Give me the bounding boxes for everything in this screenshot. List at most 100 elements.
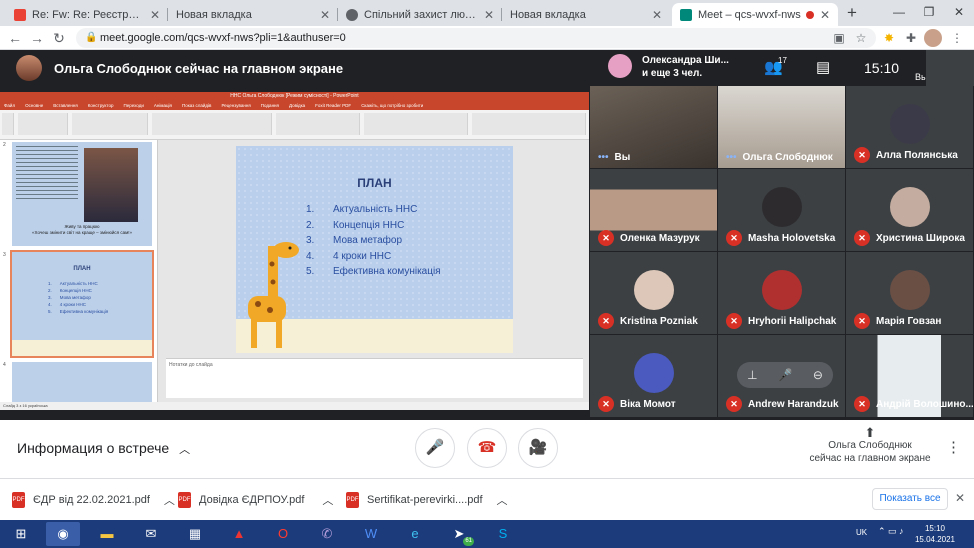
close-tab-icon[interactable]: ✕: [150, 8, 160, 22]
tab-meet[interactable]: Meet – qcs-wvxf-nws ✕: [672, 3, 838, 26]
ppt-menu-item[interactable]: Рецензування: [221, 101, 250, 110]
tab-new-2[interactable]: Новая вкладка ✕: [502, 3, 670, 26]
mute-participant-icon[interactable]: 🎤: [778, 368, 793, 382]
calculator-icon[interactable]: ▦: [178, 522, 212, 546]
ppt-menu-item[interactable]: Основне: [25, 101, 43, 110]
participants-preview[interactable]: Олександра Ши... и еще 3 чел.: [642, 54, 729, 80]
thumb-title: ПЛАН: [73, 266, 91, 272]
address-bar: ← → ↻ 🔒 meet.google.com/qcs-wvxf-nws?pli…: [0, 26, 974, 50]
participant-tile[interactable]: ✕ Kristina Pozniak: [590, 252, 717, 334]
close-downloads-icon[interactable]: ✕: [955, 491, 965, 505]
bookmark-star-icon[interactable]: ☆: [852, 29, 870, 47]
new-tab-button[interactable]: +: [842, 3, 862, 23]
download-item[interactable]: PDF ЄДР від 22.02.2021.pdf ︿: [12, 489, 175, 511]
ppt-body: 2 Живу та працюю «Хочеш змінити світ на …: [0, 140, 589, 402]
tray-icons[interactable]: ⌃ ▭ ♪: [878, 526, 904, 537]
back-icon[interactable]: ←: [6, 29, 24, 47]
present-now-button[interactable]: ⬆ Ольга Слободнюк сейчас на главном экра…: [808, 426, 932, 465]
telegram-icon[interactable]: ➤ 61: [442, 522, 476, 546]
skype-icon[interactable]: S: [486, 522, 520, 546]
word-icon[interactable]: W: [354, 522, 388, 546]
participant-tile[interactable]: ✕ Марія Говзан: [846, 252, 973, 334]
edge-icon[interactable]: e: [398, 522, 432, 546]
minimize-button[interactable]: —: [884, 0, 914, 26]
file-explorer-icon[interactable]: ▬: [90, 522, 124, 546]
language-indicator[interactable]: UK: [856, 528, 867, 537]
slide-thumb-4[interactable]: [12, 362, 152, 402]
participant-tile[interactable]: ✕ Андрій Волошино...: [846, 335, 973, 417]
acrobat-icon[interactable]: ▲: [222, 522, 256, 546]
puzzle-icon[interactable]: ✚: [902, 29, 920, 47]
ppt-menu-item[interactable]: Вставлення: [53, 101, 78, 110]
camera-blocked-icon[interactable]: ▣: [830, 29, 848, 47]
tab-shared-protection[interactable]: Спільний захист людей та нав... ✕: [338, 3, 502, 26]
participant-label: ✕ Kristina Pozniak: [598, 313, 698, 329]
participant-more: и еще 3 чел.: [642, 68, 703, 79]
close-window-button[interactable]: ✕: [944, 0, 974, 26]
reload-icon[interactable]: ↻: [50, 29, 68, 47]
forward-icon[interactable]: →: [28, 29, 46, 47]
participant-tile[interactable]: ••• Ольга Слободнюк: [718, 86, 845, 168]
presenting-text: Ольга Слободнюк сейчас на главном экране: [54, 60, 344, 76]
ppt-menu-item[interactable]: Конструктор: [88, 101, 114, 110]
start-button[interactable]: ⊞: [4, 522, 38, 546]
ppt-menu-item[interactable]: Скажіть, що потрібно зробити: [361, 101, 423, 110]
show-all-button[interactable]: Показать все: [872, 488, 948, 510]
participant-tile[interactable]: ✕ Hryhorii Halipchak: [718, 252, 845, 334]
download-item[interactable]: PDF Sertifikat-perevirki....pdf ︿: [346, 489, 508, 511]
microphone-button[interactable]: 🎤: [415, 428, 455, 468]
url-field[interactable]: 🔒 meet.google.com/qcs-wvxf-nws?pli=1&aut…: [76, 28, 876, 48]
opera-icon[interactable]: O: [266, 522, 300, 546]
participant-label: ✕ Andrew Harandzuk: [726, 396, 839, 412]
chat-icon[interactable]: ▤: [816, 58, 830, 76]
ribbon-clipboard: [18, 113, 68, 135]
plan-item-number: 5.: [306, 266, 315, 277]
ppt-menu-item[interactable]: Довідка: [289, 101, 305, 110]
taskbar-clock[interactable]: 15:10 15.04.2021: [912, 523, 958, 545]
ppt-menu-item[interactable]: Анімація: [154, 101, 172, 110]
chevron-up-icon[interactable]: ︿: [164, 492, 175, 508]
pin-icon[interactable]: ⊥: [747, 368, 757, 382]
ppt-menu-item[interactable]: Foxit Reader PDF: [315, 101, 351, 110]
thumb-caption-2: «Хочеш змінити світ на краще – змінюйся …: [32, 230, 132, 235]
end-call-button[interactable]: ☎: [467, 428, 507, 468]
shared-screen: ННС Ольга Слободнюк [Режим сумісності] -…: [0, 92, 589, 410]
camera-button[interactable]: 🎥: [518, 428, 558, 468]
plan-item: 2. Концепція ННС: [306, 220, 441, 236]
ppt-menu-item[interactable]: Показ слайдів: [182, 101, 211, 110]
participant-tile[interactable]: ✕ Христина Широка: [846, 169, 973, 251]
chevron-up-icon[interactable]: ︿: [322, 492, 333, 508]
tab-gmail[interactable]: Re: Fw: Re: Реєстрація ОКД • ел. ✕: [6, 3, 168, 26]
ppt-menu-item[interactable]: Переходи: [123, 101, 143, 110]
participant-label: ✕ Hryhorii Halipchak: [726, 313, 836, 329]
participant-tile[interactable]: ✕ Оленка Мазурук: [590, 169, 717, 251]
close-tab-icon[interactable]: ✕: [820, 8, 830, 22]
participant-tile[interactable]: ✕ Masha Holovetska: [718, 169, 845, 251]
ppt-menu-item[interactable]: Файл: [4, 101, 15, 110]
notes-pane[interactable]: Нотатки до слайда: [166, 358, 583, 398]
participant-tile[interactable]: ••• Вы: [590, 86, 717, 168]
close-tab-icon[interactable]: ✕: [320, 8, 330, 22]
ppt-menu-item[interactable]: Подання: [261, 101, 279, 110]
maximize-button[interactable]: ❐: [914, 0, 944, 26]
close-tab-icon[interactable]: ✕: [484, 8, 494, 22]
participant-tile[interactable]: ✕ Віка Момот: [590, 335, 717, 417]
meeting-info-button[interactable]: Информация о встрече ︿: [17, 440, 190, 457]
chevron-up-icon[interactable]: ︿: [497, 492, 508, 508]
download-item[interactable]: PDF Довідка ЄДРПОУ.pdf ︿: [178, 489, 333, 511]
mail-icon[interactable]: ✉: [134, 522, 168, 546]
menu-dots-icon[interactable]: ⋮: [948, 29, 966, 47]
participant-tile[interactable]: ✕ Алла Полянська: [846, 86, 973, 168]
participant-avatar: [890, 270, 930, 310]
viber-icon[interactable]: ✆: [310, 522, 344, 546]
chrome-icon[interactable]: ◉: [46, 522, 80, 546]
slide-thumb-3[interactable]: ПЛАН 1. Актуальність ННС 2. Концепція ННС 3.…: [10, 250, 154, 358]
taskbar-date: 15.04.2021: [914, 535, 956, 544]
more-options-icon[interactable]: ⋮: [946, 438, 961, 456]
profile-avatar[interactable]: [924, 29, 942, 47]
close-tab-icon[interactable]: ✕: [652, 8, 662, 22]
remove-participant-icon[interactable]: ⊖: [813, 368, 823, 382]
extension-icon[interactable]: ✸: [880, 29, 898, 47]
slide-thumb-2[interactable]: Живу та працюю «Хочеш змінити світ на кр…: [12, 142, 152, 246]
tab-new-1[interactable]: Новая вкладка ✕: [168, 3, 338, 26]
